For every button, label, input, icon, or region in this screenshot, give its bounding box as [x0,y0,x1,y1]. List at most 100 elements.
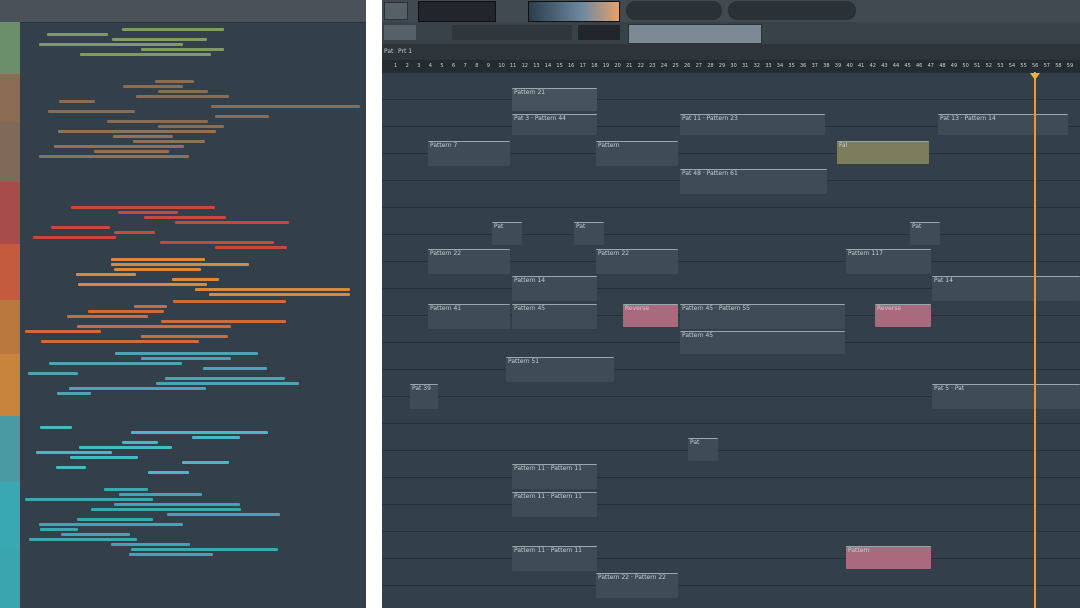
snap-selector[interactable] [578,25,620,40]
ruler-tick-label: 23 [649,63,656,69]
pattern-clip-label: Pat 48 · Pattern 61 [682,170,738,177]
ruler-tick-label: 45 [904,63,911,69]
overview-clip [148,471,189,474]
ruler-tick-label: 43 [881,63,888,69]
pattern-clip[interactable]: Pat 48 · Pattern 61 [680,169,827,194]
ruler-tick-label: 9 [486,63,490,69]
ruler-tick-label: 12 [521,63,528,69]
ruler-tick-label: 50 [962,63,969,69]
mixer-shortcut-buttons[interactable] [626,1,722,20]
ruler-tick-label: 53 [997,63,1004,69]
pattern-clip[interactable]: Pat 13 · Pattern 14 [938,114,1068,135]
pattern-clip[interactable]: Pattern 45 [512,304,597,329]
pattern-clip[interactable]: Pattern 11 · Pattern 11 [512,492,597,517]
pattern-clip[interactable]: Pattern 7 [428,141,510,166]
ruler-tick-label: 5 [440,63,444,69]
playhead-marker-icon[interactable] [1030,73,1040,80]
pattern-clip[interactable]: Pat [688,438,718,461]
playhead[interactable] [1034,72,1036,608]
ruler-tick-label: 41 [858,63,865,69]
track-lane-divider [382,504,1080,505]
pattern-clip[interactable]: Pattern 117 [846,249,931,274]
ruler-tick-label: 13 [533,63,540,69]
menu-button[interactable] [384,2,408,20]
pattern-clip[interactable]: Pattern 45 · Pattern 55 [680,304,845,329]
tab-part[interactable]: Prt 1 [398,48,412,56]
pattern-clip[interactable]: Pattern 11 · Pattern 11 [512,464,597,489]
pattern-clip[interactable]: Pattern 45 [680,331,845,354]
pattern-clip[interactable]: Pattern 11 · Pattern 11 [512,546,597,571]
overview-clip [47,33,108,36]
pattern-clip[interactable]: Reverse [875,304,931,327]
pattern-selector[interactable] [384,25,416,40]
track-lane-divider [382,450,1080,451]
pattern-clip[interactable]: Pattern 22 [596,249,678,274]
track-lane-divider [382,477,1080,478]
ruler-tick-label: 22 [637,63,644,69]
browser-shortcut-buttons[interactable] [728,1,856,20]
overview-clip [56,466,86,469]
overview-clip [160,241,274,244]
pattern-clip[interactable]: Pattern 21 [512,88,597,111]
pattern-clip[interactable]: Pat [910,222,940,245]
pattern-clip[interactable]: Fal [837,141,929,164]
timeline-ruler[interactable]: 1 2 3 4 5 6 7 8 9 10 11 12 13 14 15 16 17 18 19 20 21 22 23 24 2… [382,60,1080,72]
overview-clip [41,340,199,343]
pattern-clip[interactable]: Pattern 51 [506,357,614,382]
pattern-clip[interactable]: Pat 3 · Pattern 44 [512,114,597,135]
overview-playlist-panel [0,0,366,608]
tab-pat[interactable]: Pat [384,48,393,56]
pattern-clip-label: Pattern 22 · Pattern 22 [598,574,666,581]
pattern-clip[interactable]: Pat [574,222,604,245]
ruler-tick-label: 38 [823,63,830,69]
overview-clip [59,100,95,103]
ruler-tick-label: 17 [579,63,586,69]
overview-clip [156,382,299,385]
overview-clip [215,115,269,118]
overview-clip [113,135,173,138]
pattern-clip-label: Pattern 7 [430,142,458,149]
ruler-tick-label: 2 [405,63,409,69]
waveform-monitor [528,1,620,22]
pattern-clip-label: Pattern 11 · Pattern 11 [514,465,582,472]
pattern-clip[interactable]: Pat [492,222,522,245]
playlist-grid[interactable]: Pattern 21 Pat 3 · Pattern 44 Pat 11 · Pat… [382,72,1080,608]
overview-clip [161,320,286,323]
overview-clip [112,38,207,41]
track-color-segment [0,416,20,482]
ruler-tick-label: 56 [1032,63,1039,69]
overview-clip [76,273,136,276]
tool-icons[interactable] [452,25,572,40]
overview-clip [136,95,229,98]
pattern-clip[interactable]: Pat 39 [410,384,438,409]
track-lane-divider [382,531,1080,532]
track-color-segment [0,22,20,74]
pattern-clip[interactable]: Pat 5 · Pat [932,384,1080,409]
pattern-clip[interactable]: Pat 11 · Pattern 23 [680,114,825,135]
overview-clip [36,451,112,454]
pattern-clip[interactable]: Pattern 41 [428,304,510,329]
overview-clip [104,488,148,491]
pattern-clip[interactable]: Pattern 14 [512,276,597,301]
ruler-tick-label: 39 [834,63,842,69]
overview-clip [40,528,78,531]
overview-clip [115,352,258,355]
pattern-clip[interactable]: Pattern [846,546,931,569]
pattern-clip[interactable]: Reverse [623,304,678,327]
overview-clip [70,456,138,459]
overview-clip [49,362,182,365]
pattern-clip[interactable]: Pattern [596,141,678,166]
overview-clip [167,513,280,516]
overview-clip [25,498,153,501]
overview-clip [40,426,72,429]
track-color-segment [0,244,20,300]
overview-clip [111,263,249,266]
pattern-clip-label: Pattern 51 [508,358,540,365]
pattern-clip[interactable]: Pattern 22 · Pattern 22 [596,573,678,598]
overview-clip [107,120,208,123]
pattern-clip[interactable]: Pattern 22 [428,249,510,274]
overview-clip [88,310,164,313]
pattern-clip[interactable]: Pat 14 [932,276,1080,301]
overview-clip [122,28,224,31]
ruler-tick-label: 29 [718,63,726,69]
